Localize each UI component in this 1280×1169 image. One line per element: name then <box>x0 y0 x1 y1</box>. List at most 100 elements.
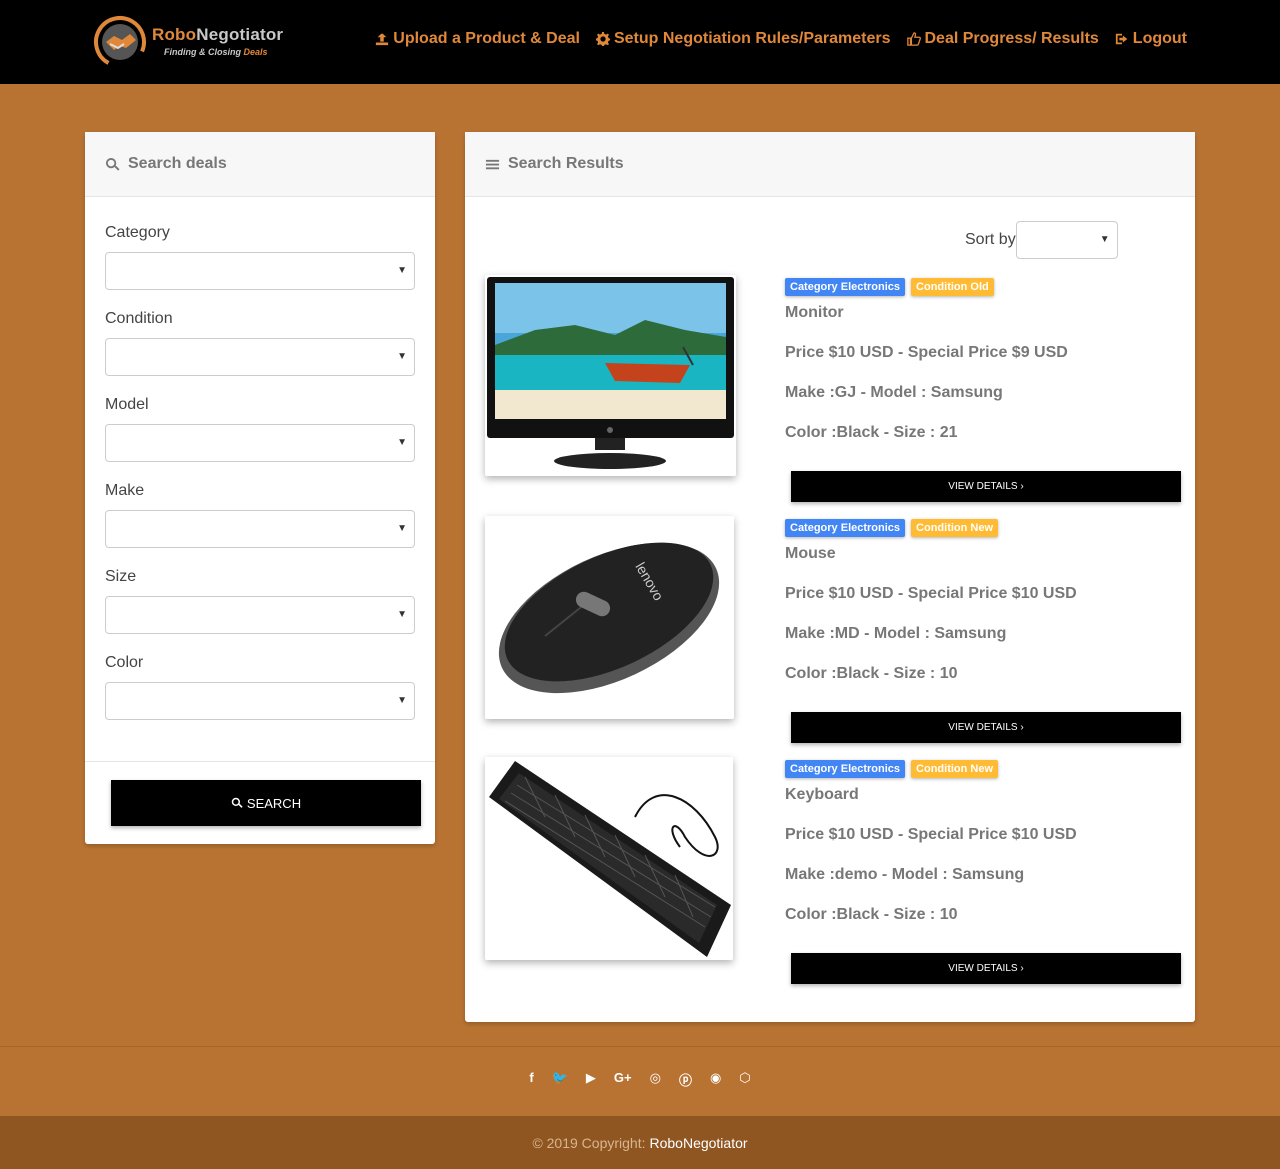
result-item: lenovo Category Electronics Condition Ne… <box>485 516 1185 746</box>
handshake-logo-icon <box>92 12 148 70</box>
condition-field: Condition ▼ <box>105 310 415 376</box>
product-name: Monitor <box>785 304 844 321</box>
chevron-down-icon: ▼ <box>397 351 407 362</box>
sort-label: Sort by <box>965 231 1016 248</box>
result-info: Category Electronics Condition New Mouse… <box>785 519 1185 693</box>
youtube-icon[interactable]: ▶ <box>586 1070 596 1089</box>
copyright-link[interactable]: RoboNegotiator <box>649 1135 747 1151</box>
gear-icon <box>595 32 610 46</box>
list-icon <box>485 159 500 169</box>
mouse-image[interactable]: lenovo <box>485 516 734 719</box>
nav-logout-label: Logout <box>1132 30 1187 47</box>
search-button[interactable]: SEARCH <box>111 780 421 826</box>
category-badge: Category Electronics <box>785 278 906 296</box>
brand-logo[interactable]: RoboNegotiator Finding & Closing Deals <box>92 12 292 70</box>
make-select[interactable]: ▼ <box>105 510 415 548</box>
search-button-label: SEARCH <box>246 795 302 811</box>
result-item: Category Electronics Condition New Keybo… <box>485 757 1185 987</box>
product-name: Mouse <box>785 545 836 562</box>
view-details-button[interactable]: VIEW DETAILS › <box>791 712 1181 743</box>
brand-text: RoboNegotiator Finding & Closing Deals <box>152 25 283 57</box>
results-panel-header: Search Results <box>465 132 1195 197</box>
product-price: Price $10 USD - Special Price $10 USD <box>785 585 1077 602</box>
product-make-model: Make :demo - Model : Samsung <box>785 866 1025 883</box>
github-icon[interactable]: ◉ <box>710 1070 721 1089</box>
condition-badge: Condition New <box>911 519 999 537</box>
model-select[interactable]: ▼ <box>105 424 415 462</box>
twitter-icon[interactable]: 🐦 <box>552 1070 568 1089</box>
sort-select[interactable]: ▼ <box>1015 221 1118 259</box>
color-label: Color <box>105 654 144 671</box>
category-badge: Category Electronics <box>785 760 906 778</box>
result-item: Category Electronics Condition Old Monit… <box>485 275 1185 505</box>
codepen-icon[interactable]: ⬡ <box>739 1070 750 1089</box>
nav-negotiation-rules[interactable]: Setup Negotiation Rules/Parameters <box>595 30 891 48</box>
nav-deal-progress[interactable]: Deal Progress/ Results <box>906 30 1099 48</box>
category-select[interactable]: ▼ <box>105 252 415 290</box>
upload-icon <box>376 33 389 46</box>
product-color-size: Color :Black - Size : 21 <box>785 424 958 441</box>
condition-select[interactable]: ▼ <box>105 338 415 376</box>
main-nav: Upload a Product & Deal Setup Negotiatio… <box>375 30 1187 48</box>
nav-logout[interactable]: Logout <box>1115 30 1187 48</box>
product-color-size: Color :Black - Size : 10 <box>785 665 958 682</box>
make-label: Make <box>105 482 145 499</box>
chevron-down-icon: ▼ <box>397 265 407 276</box>
search-results-panel: Search Results Sort by ▼ Category Electr… <box>465 132 1195 1022</box>
model-label: Model <box>105 396 149 413</box>
results-panel-title: Search Results <box>508 155 624 172</box>
result-badges: Category Electronics Condition New <box>785 760 1185 778</box>
copyright-bar: © 2019 Copyright: RoboNegotiator <box>0 1116 1280 1169</box>
google-plus-icon[interactable]: G+ <box>614 1070 632 1089</box>
result-badges: Category Electronics Condition New <box>785 519 1185 537</box>
make-field: Make ▼ <box>105 482 415 548</box>
size-label: Size <box>105 568 137 585</box>
keyboard-image[interactable] <box>485 757 733 960</box>
sign-out-icon <box>1115 33 1128 45</box>
product-make-model: Make :GJ - Model : Samsung <box>785 384 1003 401</box>
social-links: f 🐦 ▶ G+ ◎ ⓟ ◉ ⬡ <box>0 1070 1280 1089</box>
view-details-button[interactable]: VIEW DETAILS › <box>791 953 1181 984</box>
condition-label: Condition <box>105 310 173 327</box>
chevron-down-icon: ▼ <box>1099 234 1110 245</box>
view-details-button[interactable]: VIEW DETAILS › <box>791 471 1181 502</box>
product-price: Price $10 USD - Special Price $10 USD <box>785 826 1077 843</box>
result-info: Category Electronics Condition Old Monit… <box>785 278 1185 452</box>
nav-rules-label: Setup Negotiation Rules/Parameters <box>613 30 891 47</box>
facebook-icon[interactable]: f <box>529 1070 533 1089</box>
chevron-down-icon: ▼ <box>397 695 407 706</box>
result-info: Category Electronics Condition New Keybo… <box>785 760 1185 934</box>
chevron-down-icon: ▼ <box>397 609 407 620</box>
nav-upload-product[interactable]: Upload a Product & Deal <box>375 30 580 48</box>
chevron-down-icon: ▼ <box>397 437 407 448</box>
dribbble-icon[interactable]: ◎ <box>650 1070 661 1089</box>
brand-name: RoboNegotiator <box>152 25 284 44</box>
color-select[interactable]: ▼ <box>105 682 415 720</box>
color-field: Color ▼ <box>105 654 415 720</box>
top-navbar: RoboNegotiator Finding & Closing Deals U… <box>0 0 1280 84</box>
product-name: Keyboard <box>785 786 859 803</box>
search-deals-panel: Search deals Category ▼ Condition ▼ Mode… <box>85 132 435 844</box>
search-icon <box>231 797 243 808</box>
search-panel-header: Search deals <box>85 132 435 197</box>
category-badge: Category Electronics <box>785 519 906 537</box>
search-panel-title: Search deals <box>128 155 227 172</box>
nav-upload-label: Upload a Product & Deal <box>393 30 580 47</box>
category-label: Category <box>105 224 170 241</box>
monitor-image[interactable] <box>485 275 736 476</box>
sort-control: Sort by ▼ <box>965 221 1118 259</box>
product-make-model: Make :MD - Model : Samsung <box>785 625 1007 642</box>
search-icon <box>105 157 120 171</box>
pinterest-icon[interactable]: ⓟ <box>679 1070 692 1089</box>
product-color-size: Color :Black - Size : 10 <box>785 906 958 923</box>
divider <box>85 761 435 762</box>
model-field: Model ▼ <box>105 396 415 462</box>
category-field: Category ▼ <box>105 224 415 290</box>
brand-tagline: Finding & Closing Deals <box>164 47 268 57</box>
size-select[interactable]: ▼ <box>105 596 415 634</box>
copyright-text: © 2019 Copyright: <box>532 1134 646 1151</box>
condition-badge: Condition New <box>911 760 999 778</box>
thumbs-up-icon <box>906 32 921 46</box>
footer-divider <box>0 1046 1280 1047</box>
product-price: Price $10 USD - Special Price $9 USD <box>785 344 1068 361</box>
